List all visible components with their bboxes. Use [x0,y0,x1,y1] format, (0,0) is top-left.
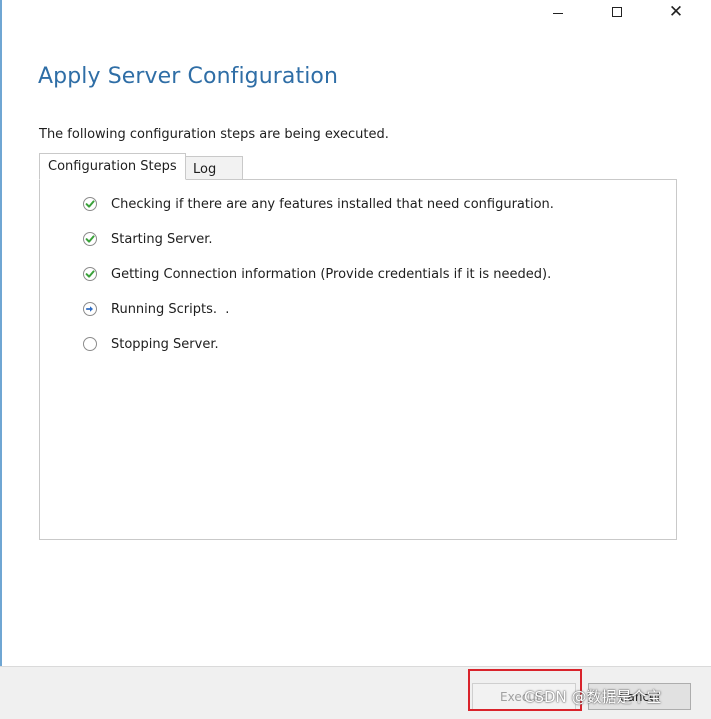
step-item: Stopping Server. [82,334,219,354]
step-item: Starting Server. [82,229,213,249]
page-title: Apply Server Configuration [38,64,339,89]
step-item: Checking if there are any features insta… [82,194,554,214]
page-subtitle: The following configuration steps are be… [39,127,389,142]
steps-panel: Checking if there are any features insta… [39,179,677,540]
window-left-edge [0,0,2,718]
maximize-icon [612,7,622,17]
arrow-circle-icon [83,302,97,316]
empty-circle-icon [83,337,97,351]
minimize-button[interactable] [535,0,581,24]
step-label: Getting Connection information (Provide … [111,266,552,282]
step-label: Running Scripts. . [111,301,230,317]
tab-log[interactable]: Log [186,156,243,180]
watermark-text: CSDN @数据是个宝 [524,688,662,706]
title-bar: ✕ [0,0,711,26]
step-item: Getting Connection information (Provide … [82,264,551,284]
check-circle-icon [83,197,97,211]
check-circle-icon [83,267,97,281]
step-label: Stopping Server. [111,336,219,352]
step-label: Starting Server. [111,231,213,247]
check-circle-icon [83,232,97,246]
minimize-icon [553,12,563,14]
step-label: Checking if there are any features insta… [111,196,554,212]
close-button[interactable]: ✕ [653,0,699,24]
tab-configuration-steps[interactable]: Configuration Steps [39,153,186,180]
close-icon: ✕ [668,1,684,22]
step-item: Running Scripts. . [82,299,229,319]
maximize-button[interactable] [594,0,640,24]
